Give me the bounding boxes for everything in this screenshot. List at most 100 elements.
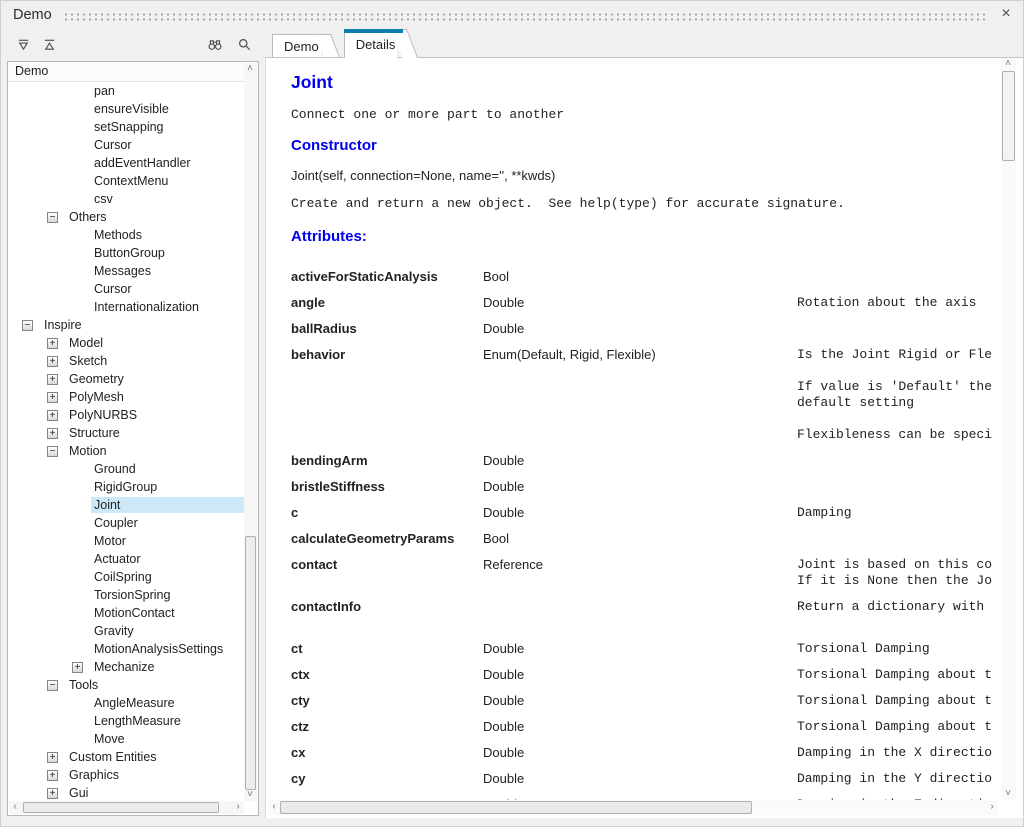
- expander-box-icon[interactable]: [47, 392, 58, 403]
- tree-header: Demo: [8, 62, 244, 82]
- tree-item[interactable]: pan: [8, 82, 244, 100]
- expander-box-icon[interactable]: [47, 770, 58, 781]
- find-button[interactable]: [205, 34, 225, 54]
- tree-item[interactable]: Custom Entities: [8, 748, 244, 766]
- tree-item[interactable]: Graphics: [8, 766, 244, 784]
- search-button[interactable]: [234, 34, 254, 54]
- tree-vertical-scrollbar[interactable]: [244, 63, 257, 801]
- tree-item[interactable]: Gui: [8, 784, 244, 801]
- tree-item[interactable]: Cursor: [8, 280, 244, 298]
- details-horizontal-scrollbar[interactable]: [268, 800, 998, 815]
- tree-item[interactable]: Mechanize: [8, 658, 244, 676]
- tree-item-label: Move: [91, 731, 128, 747]
- tree-vertical-scrollbar-thumb[interactable]: [245, 536, 256, 790]
- tree-item[interactable]: ButtonGroup: [8, 244, 244, 262]
- tree-item[interactable]: Inspire: [8, 316, 244, 334]
- tree-item[interactable]: Motor: [8, 532, 244, 550]
- tree-item[interactable]: PolyNURBS: [8, 406, 244, 424]
- class-summary: Connect one or more part to another: [291, 107, 999, 123]
- tree-item[interactable]: LengthMeasure: [8, 712, 244, 730]
- tab-label: Details: [356, 37, 396, 52]
- tree-horizontal-scrollbar-thumb[interactable]: [23, 802, 219, 813]
- tree-item[interactable]: Tools: [8, 676, 244, 694]
- scroll-up-icon[interactable]: [1002, 58, 1014, 70]
- tree-item[interactable]: ContextMenu: [8, 172, 244, 190]
- attribute-description: Damping in the Y directio: [797, 771, 999, 787]
- scroll-left-icon[interactable]: [9, 801, 21, 813]
- scroll-right-icon[interactable]: [232, 801, 244, 813]
- attributes-table: activeForStaticAnalysis Bool angle Doubl…: [291, 269, 999, 813]
- expander-box-icon[interactable]: [72, 662, 83, 673]
- tree-item[interactable]: ensureVisible: [8, 100, 244, 118]
- tree-item[interactable]: Ground: [8, 460, 244, 478]
- attribute-description: Return a dictionary with: [797, 599, 999, 615]
- drag-grip-dots[interactable]: [63, 12, 989, 22]
- scroll-left-icon[interactable]: [268, 801, 280, 813]
- tree-item[interactable]: Move: [8, 730, 244, 748]
- expander-box-icon[interactable]: [47, 752, 58, 763]
- tree-item-label: Motor: [91, 533, 129, 549]
- details-panel: Joint Connect one or more part to anothe…: [265, 57, 1023, 818]
- expander-box-icon[interactable]: [47, 680, 58, 691]
- attribute-type: Bool: [483, 531, 797, 547]
- expander-box-icon[interactable]: [47, 356, 58, 367]
- tree-item[interactable]: addEventHandler: [8, 154, 244, 172]
- scroll-right-icon[interactable]: [986, 801, 998, 813]
- tree-toolbar: [1, 31, 263, 59]
- tree-item[interactable]: TorsionSpring: [8, 586, 244, 604]
- tree-item[interactable]: Structure: [8, 424, 244, 442]
- tree-item[interactable]: Geometry: [8, 370, 244, 388]
- tree-item[interactable]: PolyMesh: [8, 388, 244, 406]
- attribute-type: Double: [483, 479, 797, 495]
- tree-item-label: Model: [66, 335, 106, 351]
- tree-item[interactable]: csv: [8, 190, 244, 208]
- tree-item[interactable]: Messages: [8, 262, 244, 280]
- tree-item[interactable]: CoilSpring: [8, 568, 244, 586]
- expander-box-icon[interactable]: [47, 338, 58, 349]
- tree-item-label: PolyMesh: [66, 389, 127, 405]
- expander-box-icon[interactable]: [47, 410, 58, 421]
- tree-item[interactable]: Others: [8, 208, 244, 226]
- scroll-down-icon[interactable]: [1002, 788, 1014, 800]
- tree-item[interactable]: Gravity: [8, 622, 244, 640]
- tree-item[interactable]: Model: [8, 334, 244, 352]
- attributes-heading: Attributes:: [291, 228, 999, 246]
- tree-item[interactable]: Joint: [8, 496, 244, 514]
- tree-item[interactable]: Motion: [8, 442, 244, 460]
- attribute-type: Reference: [483, 557, 797, 573]
- tree-item-label: Gravity: [91, 623, 137, 639]
- tree-item[interactable]: Actuator: [8, 550, 244, 568]
- tree-item[interactable]: Cursor: [8, 136, 244, 154]
- tree-item-label: RigidGroup: [91, 479, 160, 495]
- collapse-all-button[interactable]: [39, 34, 59, 54]
- tree-item[interactable]: Methods: [8, 226, 244, 244]
- tree-item[interactable]: Coupler: [8, 514, 244, 532]
- tree-item[interactable]: setSnapping: [8, 118, 244, 136]
- tree-item[interactable]: AngleMeasure: [8, 694, 244, 712]
- attribute-description: Is the Joint Rigid or Fle If value is 'D…: [797, 347, 999, 443]
- details-vertical-scrollbar-thumb[interactable]: [1002, 71, 1015, 161]
- details-vertical-scrollbar[interactable]: [1001, 58, 1016, 800]
- expander-box-icon[interactable]: [22, 320, 33, 331]
- tree-item[interactable]: Sketch: [8, 352, 244, 370]
- tree-item[interactable]: MotionAnalysisSettings: [8, 640, 244, 658]
- tree-item[interactable]: MotionContact: [8, 604, 244, 622]
- scroll-up-icon[interactable]: [244, 63, 256, 75]
- details-horizontal-scrollbar-thumb[interactable]: [280, 801, 752, 814]
- attribute-row: behavior Enum(Default, Rigid, Flexible) …: [291, 347, 999, 443]
- scroll-down-icon[interactable]: [244, 789, 256, 801]
- tree-item[interactable]: RigidGroup: [8, 478, 244, 496]
- expander-box-icon[interactable]: [47, 446, 58, 457]
- attribute-description: Torsional Damping: [797, 641, 999, 657]
- tree-horizontal-scrollbar[interactable]: [9, 801, 244, 814]
- tree-item-label: Geometry: [66, 371, 127, 387]
- close-icon[interactable]: ×: [997, 5, 1015, 23]
- expander-box-icon[interactable]: [47, 788, 58, 799]
- expand-all-button[interactable]: [13, 34, 33, 54]
- expander-box-icon[interactable]: [47, 428, 58, 439]
- tab[interactable]: Demo: [272, 34, 321, 57]
- tree-item[interactable]: Internationalization: [8, 298, 244, 316]
- expander-box-icon[interactable]: [47, 212, 58, 223]
- expander-box-icon[interactable]: [47, 374, 58, 385]
- tab[interactable]: Details: [344, 29, 398, 58]
